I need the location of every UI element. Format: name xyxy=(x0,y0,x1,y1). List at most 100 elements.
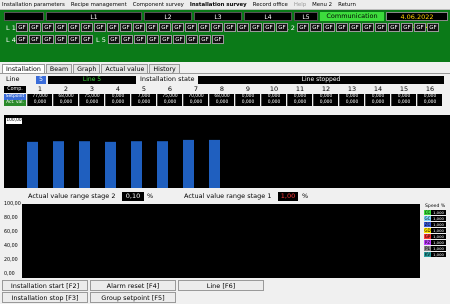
menu-installation-parameters[interactable]: Installation parameters xyxy=(2,2,65,8)
speed-swatch: CC xyxy=(424,210,431,215)
menu-component-survey[interactable]: Component survey xyxy=(133,2,184,8)
gf-button-l5-2[interactable]: GF xyxy=(121,35,133,44)
gf-button-l1-20[interactable]: GF xyxy=(263,23,275,32)
alarm-reset-button[interactable]: Alarm reset [F4] xyxy=(90,280,176,291)
gf-button-l1-7[interactable]: GF xyxy=(94,23,106,32)
actual-cell-6: 0,000 xyxy=(157,100,182,106)
actual-cell-7: 0,000 xyxy=(183,100,208,106)
bar-6 xyxy=(157,141,168,188)
gf-button-l5-7[interactable]: GF xyxy=(186,35,198,44)
bar-1 xyxy=(27,141,38,188)
tab-history[interactable]: History xyxy=(149,64,180,73)
menu-return[interactable]: Return xyxy=(338,2,356,8)
gf-button-l1-14[interactable]: GF xyxy=(185,23,197,32)
gf-button-l5-8[interactable]: GF xyxy=(199,35,211,44)
gf-button-l5-9[interactable]: GF xyxy=(212,35,224,44)
gf-button-l4-4[interactable]: GF xyxy=(55,35,67,44)
gf-button-l1-5[interactable]: GF xyxy=(68,23,80,32)
gf-button-l4-1[interactable]: GF xyxy=(16,35,28,44)
comp-column-13: 13 xyxy=(347,85,357,93)
installation-start-button[interactable]: Installation start [F2] xyxy=(2,280,88,291)
gf-button-l2-10[interactable]: GF xyxy=(414,23,426,32)
gf-button-l1-10[interactable]: GF xyxy=(133,23,145,32)
gf-button-l2-2[interactable]: GF xyxy=(310,23,322,32)
line-box-l2[interactable]: L2 xyxy=(144,12,192,21)
gf-button-l5-3[interactable]: GF xyxy=(134,35,146,44)
menu-record-office[interactable]: Record office xyxy=(253,2,288,8)
menu-installation-survey[interactable]: Installation survey xyxy=(190,2,247,8)
line-label: Line xyxy=(6,75,20,83)
comp-column-8: 8 xyxy=(219,85,225,93)
gf-button-l4-5[interactable]: GF xyxy=(68,35,80,44)
gf-button-l1-11[interactable]: GF xyxy=(146,23,158,32)
tab-graph[interactable]: Graph xyxy=(73,64,101,73)
gf-button-l1-19[interactable]: GF xyxy=(250,23,262,32)
speed-swatch: GC xyxy=(424,216,431,221)
gf-button-l2-8[interactable]: GF xyxy=(388,23,400,32)
speed-item-zc: ZC 1,000 xyxy=(424,222,448,227)
tab-installation[interactable]: Installation xyxy=(2,64,45,73)
comp-column-10: 10 xyxy=(269,85,279,93)
speed-value: 1,000 xyxy=(431,246,446,251)
speed-value: 1,000 xyxy=(431,222,446,227)
gf-button-l2-3[interactable]: GF xyxy=(323,23,335,32)
gf-button-l1-17[interactable]: GF xyxy=(224,23,236,32)
line-box-l5[interactable]: L5 xyxy=(294,12,318,21)
comp-column-12: 12 xyxy=(321,85,331,93)
gf-button-l2-1[interactable]: GF xyxy=(297,23,309,32)
line-box-l1[interactable]: L1 xyxy=(46,12,142,21)
menu-recipe-management[interactable]: Recipe management xyxy=(71,2,127,8)
gf-button-l4-2[interactable]: GF xyxy=(29,35,41,44)
line-button[interactable]: Line [F6] xyxy=(178,280,264,291)
gf-button-l1-6[interactable]: GF xyxy=(81,23,93,32)
installation-state-value: Line stopped xyxy=(198,76,444,84)
speed-swatch: PL xyxy=(424,246,431,251)
gf-button-l2-7[interactable]: GF xyxy=(375,23,387,32)
comp-column-3: 3 xyxy=(89,85,95,93)
speed-value: 1,000 xyxy=(431,210,446,215)
gf-button-l1-13[interactable]: GF xyxy=(172,23,184,32)
gf-button-l2-4[interactable]: GF xyxy=(336,23,348,32)
row-label-l4: L 4 xyxy=(6,36,16,44)
gf-button-l1-2[interactable]: GF xyxy=(29,23,41,32)
gf-button-l1-16[interactable]: GF xyxy=(211,23,223,32)
gf-button-l1-1[interactable]: GF xyxy=(16,23,28,32)
bar-4 xyxy=(105,141,116,188)
gf-button-l1-21[interactable]: GF xyxy=(276,23,288,32)
gf-button-l2-5[interactable]: GF xyxy=(349,23,361,32)
gf-button-l5-5[interactable]: GF xyxy=(160,35,172,44)
gf-button-l5-6[interactable]: GF xyxy=(173,35,185,44)
tab-actual-value[interactable]: Actual value xyxy=(101,64,149,73)
gf-button-l1-15[interactable]: GF xyxy=(198,23,210,32)
gf-button-l1-18[interactable]: GF xyxy=(237,23,249,32)
installation-stop-button[interactable]: Installation stop [F3] xyxy=(2,292,88,303)
comp-column-16: 16 xyxy=(425,85,435,93)
installation-state-label: Installation state xyxy=(140,75,195,83)
gf-button-l2-6[interactable]: GF xyxy=(362,23,374,32)
gf-button-l4-3[interactable]: GF xyxy=(42,35,54,44)
line-box-blank xyxy=(4,12,44,21)
gf-button-l1-9[interactable]: GF xyxy=(120,23,132,32)
line-name: Line 5 xyxy=(48,76,136,84)
gf-button-l1-4[interactable]: GF xyxy=(55,23,67,32)
stage2-value[interactable]: 0,10 xyxy=(122,192,144,201)
gf-button-l1-8[interactable]: GF xyxy=(107,23,119,32)
gf-button-l1-3[interactable]: GF xyxy=(42,23,54,32)
group-setpoint-button[interactable]: Group setpoint [F5] xyxy=(90,292,176,303)
tab-beam[interactable]: Beam xyxy=(45,64,73,73)
gf-button-l5-1[interactable]: GF xyxy=(108,35,120,44)
tab-bar: Installation Beam Graph Actual value His… xyxy=(2,64,181,73)
bar-2 xyxy=(53,141,64,188)
menu-help: Help xyxy=(293,1,307,8)
menu-menu-2[interactable]: Menu 2 xyxy=(312,2,332,8)
line-box-l3[interactable]: L3 xyxy=(194,12,242,21)
gf-button-l2-11[interactable]: GF xyxy=(427,23,439,32)
stage1-value[interactable]: 1,00 xyxy=(278,192,298,201)
line-box-l4[interactable]: L4 xyxy=(244,12,292,21)
speed-swatch: PZ xyxy=(424,240,431,245)
communication-status: Communication xyxy=(320,12,384,21)
gf-button-l2-9[interactable]: GF xyxy=(401,23,413,32)
gf-button-l1-12[interactable]: GF xyxy=(159,23,171,32)
gf-button-l4-6[interactable]: GF xyxy=(81,35,93,44)
gf-button-l5-4[interactable]: GF xyxy=(147,35,159,44)
